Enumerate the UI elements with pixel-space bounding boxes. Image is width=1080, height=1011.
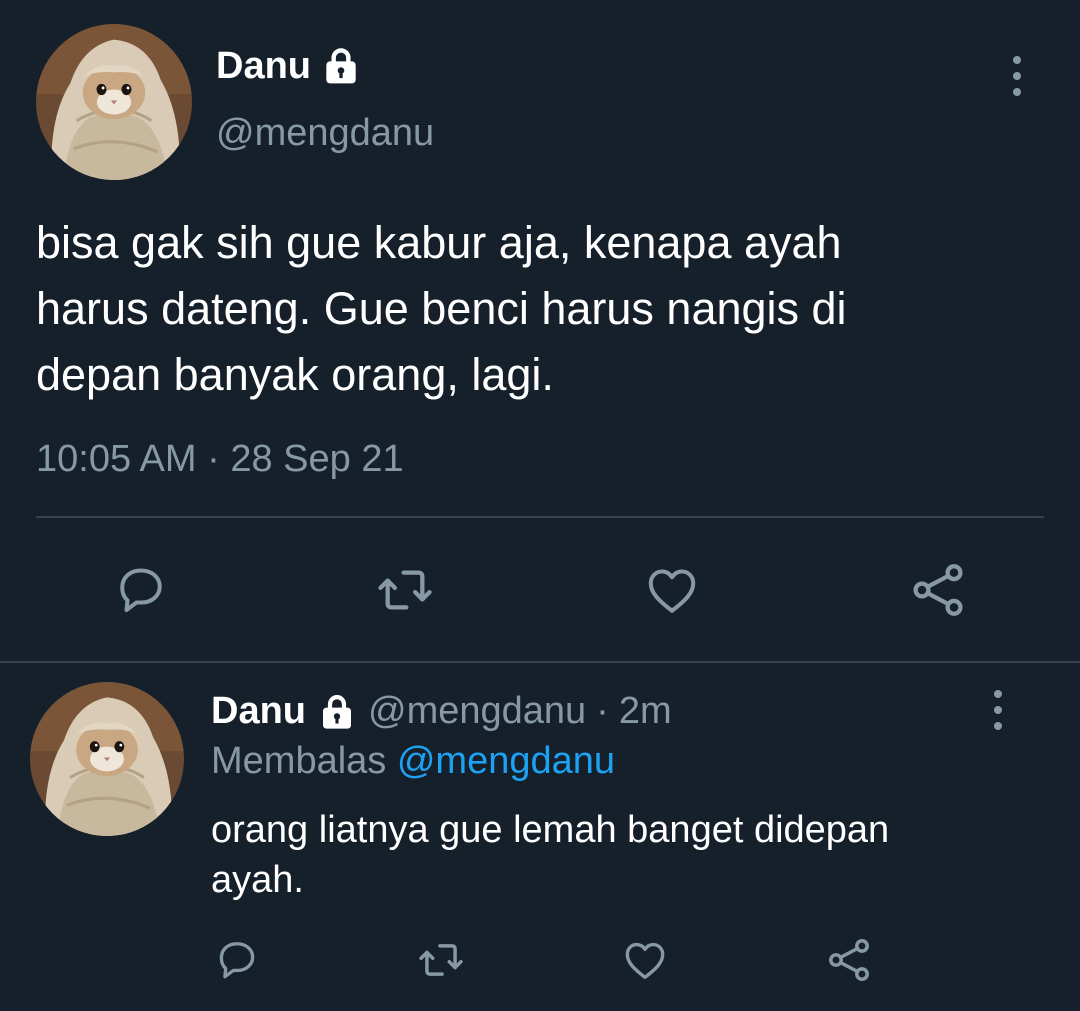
replying-to: Membalas @mengdanu (211, 740, 615, 783)
cat-avatar-image (30, 682, 184, 836)
divider (36, 516, 1044, 518)
replying-label: Membalas (211, 740, 387, 782)
avatar[interactable] (36, 24, 192, 180)
tweet-detail-screen: Danu @mengdanu bisa gak sih gue kabur aj… (0, 0, 1080, 1011)
tweet-age[interactable]: 2m (619, 690, 672, 733)
tweet-text: bisa gak sih gue kabur aja, kenapa ayah … (36, 217, 847, 400)
tweet-date: 28 Sep 21 (230, 438, 404, 480)
share-icon (829, 938, 869, 982)
author-name[interactable]: Danu (216, 44, 363, 88)
display-name[interactable]: Danu (211, 690, 306, 733)
tweet-timestamp[interactable]: 10:05 AM · 28 Sep 21 (36, 438, 404, 481)
retweet-button[interactable] (373, 558, 437, 622)
reply-icon (120, 568, 162, 612)
more-vertical-icon[interactable] (1007, 54, 1027, 98)
display-name[interactable]: Danu (216, 45, 311, 88)
more-vertical-icon[interactable] (988, 688, 1008, 732)
like-icon (648, 569, 696, 613)
like-button[interactable] (619, 934, 671, 986)
like-icon (625, 942, 665, 979)
author-handle[interactable]: @mengdanu (368, 690, 586, 733)
meta-separator: · (596, 690, 609, 732)
lock-icon (326, 48, 356, 84)
retweet-button[interactable] (415, 934, 467, 986)
reply-button[interactable] (109, 558, 173, 622)
reply-button[interactable] (211, 934, 263, 986)
tweet-time: 10:05 AM (36, 438, 197, 480)
tweet-text: orang liatnya gue lemah banget didepan a… (211, 809, 890, 901)
reply-header: Danu @mengdanu · 2m (211, 690, 672, 733)
share-button[interactable] (823, 934, 875, 986)
avatar[interactable] (30, 682, 184, 836)
cat-avatar-image (36, 24, 192, 180)
divider (0, 661, 1080, 663)
reply-icon (219, 942, 255, 979)
replying-mention-link[interactable]: @mengdanu (397, 740, 615, 782)
retweet-icon (378, 570, 432, 610)
lock-icon (323, 694, 351, 729)
share-button[interactable] (906, 558, 970, 622)
meta-separator: · (207, 438, 220, 480)
share-icon (913, 564, 963, 616)
like-button[interactable] (640, 558, 704, 622)
retweet-icon (419, 944, 463, 976)
author-handle[interactable]: @mengdanu (216, 112, 434, 155)
